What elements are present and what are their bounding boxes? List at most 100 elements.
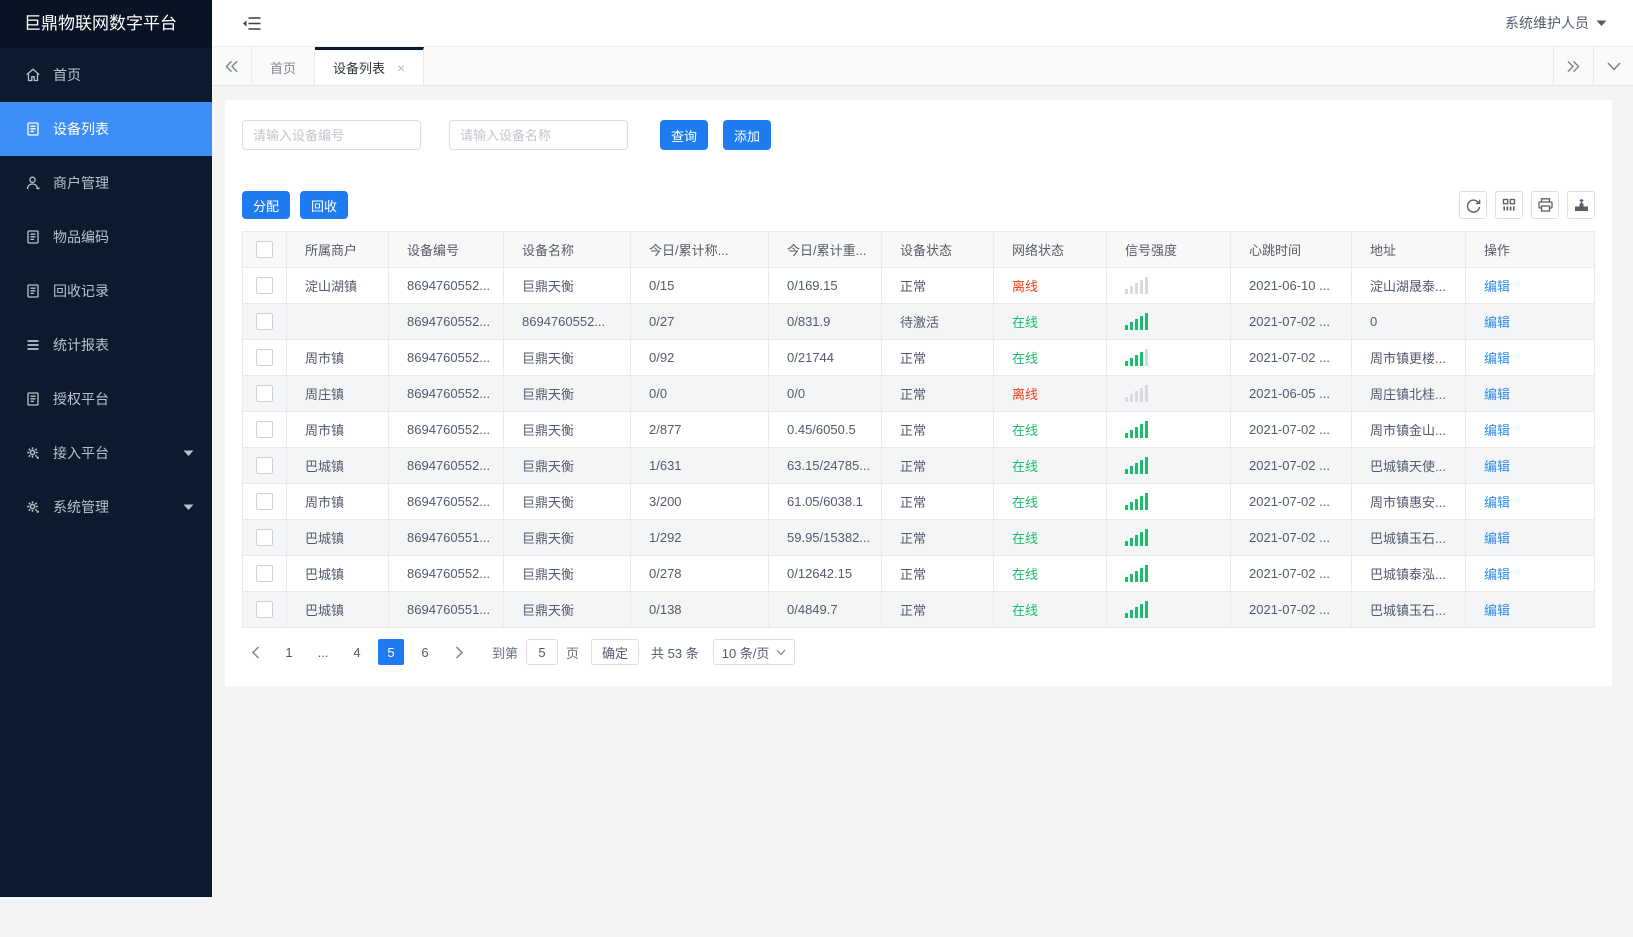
- print-button[interactable]: [1531, 191, 1559, 219]
- chk: [242, 303, 287, 340]
- col-net-status: 网络状态: [993, 231, 1107, 268]
- row-checkbox[interactable]: [256, 601, 273, 619]
- device-status-cell: 正常: [881, 519, 994, 556]
- page-size-select[interactable]: 10 条/页: [712, 639, 796, 665]
- page-number-5[interactable]: 5: [378, 639, 404, 665]
- jump-suffix-label: 页: [566, 645, 580, 661]
- user-menu[interactable]: 系统维护人员: [1505, 13, 1607, 33]
- columns-button[interactable]: [1495, 191, 1523, 219]
- refresh-button[interactable]: [1459, 191, 1487, 219]
- chevron-down-icon: [183, 504, 194, 511]
- chk: [242, 339, 287, 376]
- device-status-cell: 正常: [881, 267, 994, 304]
- sidebar-item-item-code[interactable]: 物品编码: [0, 210, 212, 264]
- device-name-input[interactable]: [449, 120, 628, 150]
- edit-link[interactable]: 编辑: [1484, 567, 1510, 582]
- top-header: 系统维护人员: [212, 0, 1633, 47]
- sidebar-menu: 首页 设备列表 商户管理 物品编码 回收记录 统计报表 授权平台 接入平台 系统管理: [0, 48, 212, 534]
- page-number-4[interactable]: 4: [344, 639, 370, 665]
- col-device-name: 设备名称: [503, 231, 631, 268]
- query-button[interactable]: 查询: [660, 120, 709, 150]
- next-page-button[interactable]: [446, 639, 472, 665]
- edit-link[interactable]: 编辑: [1484, 315, 1510, 330]
- chk: [242, 519, 287, 556]
- sidebar-item-merchant[interactable]: 商户管理: [0, 156, 212, 210]
- device-name-cell: 8694760552...: [503, 303, 631, 340]
- tab-0[interactable]: 首页: [252, 47, 316, 85]
- tab-1[interactable]: 设备列表 ×: [315, 47, 425, 85]
- add-button[interactable]: 添加: [723, 120, 772, 150]
- row-checkbox[interactable]: [256, 457, 273, 475]
- device-list-icon: [25, 121, 41, 137]
- edit-link[interactable]: 编辑: [1484, 459, 1510, 474]
- row-checkbox[interactable]: [256, 277, 273, 295]
- row-checkbox[interactable]: [256, 529, 273, 547]
- sidebar-collapse-icon[interactable]: [242, 16, 261, 31]
- row-checkbox[interactable]: [256, 349, 273, 367]
- tabs-menu-button[interactable]: [1593, 47, 1633, 85]
- row-checkbox[interactable]: [256, 385, 273, 403]
- row-checkbox[interactable]: [256, 313, 273, 331]
- prev-page-button[interactable]: [242, 639, 268, 665]
- device-no-cell: 8694760552...: [388, 339, 504, 376]
- total-count-label: 共 53 条: [651, 645, 699, 661]
- edit-link[interactable]: 编辑: [1484, 423, 1510, 438]
- edit-link[interactable]: 编辑: [1484, 495, 1510, 510]
- device-no-cell: 8694760552...: [388, 483, 504, 520]
- action-cell: 编辑: [1465, 267, 1595, 304]
- recycle-button[interactable]: 回收: [300, 191, 349, 219]
- row-checkbox[interactable]: [256, 493, 273, 511]
- tabs-scroll-right-button[interactable]: [1553, 47, 1593, 85]
- page-number-1[interactable]: 1: [276, 639, 302, 665]
- net-status-cell: 在线: [993, 519, 1107, 556]
- sidebar-item-report[interactable]: 统计报表: [0, 318, 212, 372]
- heartbeat-cell: 2021-07-02 ...: [1230, 411, 1352, 448]
- chk: [242, 375, 287, 412]
- action-cell: 编辑: [1465, 483, 1595, 520]
- jump-page-input[interactable]: [526, 639, 559, 665]
- sidebar-item-device-list[interactable]: 设备列表: [0, 102, 212, 156]
- edit-link[interactable]: 编辑: [1484, 603, 1510, 618]
- sidebar-item-system-manage[interactable]: 系统管理: [0, 480, 212, 534]
- device-name-cell: 巨鼎天衡: [503, 483, 631, 520]
- edit-link[interactable]: 编辑: [1484, 351, 1510, 366]
- sidebar-item-auth-platform[interactable]: 授权平台: [0, 372, 212, 426]
- sidebar-item-home[interactable]: 首页: [0, 48, 212, 102]
- select-all-checkbox[interactable]: [256, 241, 273, 259]
- tab-close-icon[interactable]: ×: [397, 60, 405, 76]
- sidebar-item-access-platform[interactable]: 接入平台: [0, 426, 212, 480]
- assign-button[interactable]: 分配: [242, 191, 291, 219]
- action-cell: 编辑: [1465, 411, 1595, 448]
- jump-confirm-button[interactable]: 确定: [591, 639, 640, 665]
- device-no-input[interactable]: [242, 120, 421, 150]
- signal-strength-icon: [1125, 421, 1224, 438]
- page-number-6[interactable]: 6: [412, 639, 438, 665]
- export-button[interactable]: [1567, 191, 1595, 219]
- chk: [242, 267, 287, 304]
- net-status-cell: 在线: [993, 555, 1107, 592]
- page-size-value: 10 条/页: [721, 645, 770, 661]
- sidebar-item-recycle-record[interactable]: 回收记录: [0, 264, 212, 318]
- signal-strength-icon: [1125, 493, 1224, 510]
- tabs-scroll-left-button[interactable]: [212, 47, 252, 85]
- heartbeat-cell: 2021-06-10 ...: [1230, 267, 1352, 304]
- main-area: 系统维护人员 首页 设备列表 × 查询 添加: [212, 0, 1633, 897]
- edit-link[interactable]: 编辑: [1484, 279, 1510, 294]
- merchant-cell: 周市镇: [286, 339, 389, 376]
- chk: [242, 447, 287, 484]
- merchant-cell: 周市镇: [286, 483, 389, 520]
- merchant-cell: 巴城镇: [286, 447, 389, 484]
- today-count-cell: 0/0: [630, 375, 769, 412]
- row-checkbox[interactable]: [256, 565, 273, 583]
- signal-strength-icon: [1125, 457, 1224, 474]
- net-status-cell: 在线: [993, 447, 1107, 484]
- device-no-cell: 8694760551...: [388, 519, 504, 556]
- today-count-cell: 0/15: [630, 267, 769, 304]
- signal-cell: [1106, 519, 1231, 556]
- row-checkbox[interactable]: [256, 421, 273, 439]
- search-row: 查询 添加: [242, 120, 1595, 150]
- tab-list: 首页 设备列表 ×: [252, 47, 425, 85]
- network-status-badge: 在线: [1012, 315, 1039, 330]
- edit-link[interactable]: 编辑: [1484, 387, 1510, 402]
- edit-link[interactable]: 编辑: [1484, 531, 1510, 546]
